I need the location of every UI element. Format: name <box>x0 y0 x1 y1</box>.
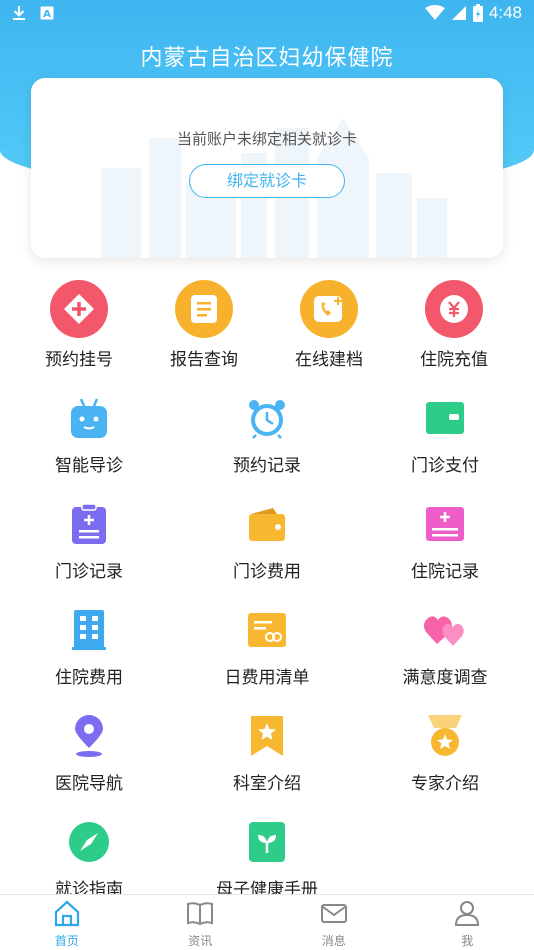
page-title: 内蒙古自治区妇幼保健院 <box>140 46 394 71</box>
wallet-icon <box>422 395 468 441</box>
service-label: 日费用清单 <box>224 668 310 688</box>
card-binding-panel: 当前账户未绑定相关就诊卡 绑定就诊卡 <box>31 78 503 258</box>
hearts-icon <box>422 607 468 653</box>
quick-actions: 预约挂号 报告查询 在线建档 住院充值 <box>0 280 534 375</box>
purse-icon <box>244 501 290 547</box>
service-label: 智能导诊 <box>55 456 123 476</box>
service-appointment-records[interactable]: 预约记录 <box>178 395 356 501</box>
service-outpatient-pay[interactable]: 门诊支付 <box>356 395 534 501</box>
nav-label: 我 <box>461 934 474 948</box>
robot-icon <box>66 395 112 441</box>
clipboard-icon <box>66 501 112 547</box>
nav-me[interactable]: 我 <box>401 895 534 950</box>
battery-icon <box>472 4 483 22</box>
service-label: 满意度调查 <box>402 668 488 688</box>
bind-card-button[interactable]: 绑定就诊卡 <box>189 164 345 198</box>
service-label: 住院记录 <box>411 562 479 582</box>
service-outpatient-records[interactable]: 门诊记录 <box>0 501 178 607</box>
nav-messages[interactable]: 消息 <box>267 895 401 950</box>
quick-archive[interactable]: 在线建档 <box>269 280 389 375</box>
building-icon <box>66 607 112 653</box>
service-outpatient-fees[interactable]: 门诊费用 <box>178 501 356 607</box>
bill-icon <box>244 607 290 653</box>
nav-label: 资讯 <box>188 934 213 948</box>
service-smart-triage[interactable]: 智能导诊 <box>0 395 178 501</box>
service-satisfaction-survey[interactable]: 满意度调查 <box>356 607 534 713</box>
service-inpatient-records[interactable]: 住院记录 <box>356 501 534 607</box>
service-department-intro[interactable]: 科室介绍 <box>178 713 356 819</box>
service-label: 门诊费用 <box>233 562 301 582</box>
sprout-book-icon <box>244 819 290 865</box>
user-icon <box>455 901 480 926</box>
home-icon <box>54 900 79 927</box>
download-icon <box>13 6 25 20</box>
medal-icon <box>422 713 468 759</box>
compass-icon <box>66 819 112 865</box>
service-label: 科室介绍 <box>233 774 301 794</box>
no-card-message: 当前账户未绑定相关就诊卡 <box>176 130 357 148</box>
signal-icon <box>451 6 466 20</box>
service-label: 预约记录 <box>233 456 301 476</box>
service-expert-intro[interactable]: 专家介绍 <box>356 713 534 819</box>
quick-report[interactable]: 报告查询 <box>144 280 264 375</box>
quick-appointment[interactable]: 预约挂号 <box>19 280 139 375</box>
quick-label: 报告查询 <box>170 350 238 370</box>
service-hospital-navigation[interactable]: 医院导航 <box>0 713 178 819</box>
nav-news[interactable]: 资讯 <box>134 895 268 950</box>
bottom-nav: 首页 资讯 消息 我 <box>0 894 534 950</box>
quick-recharge[interactable]: 住院充值 <box>394 280 514 375</box>
service-label: 专家介绍 <box>411 774 479 794</box>
service-label: 住院费用 <box>55 668 123 688</box>
status-time: 4:48 <box>488 3 522 22</box>
quick-label: 预约挂号 <box>45 350 113 370</box>
book-icon <box>187 902 214 926</box>
quick-label: 在线建档 <box>295 350 363 370</box>
mail-icon <box>320 904 347 923</box>
service-label: 门诊记录 <box>55 562 123 582</box>
service-inpatient-fees[interactable]: 住院费用 <box>0 607 178 713</box>
svg-text:A: A <box>43 9 51 20</box>
medical-record-icon <box>422 501 468 547</box>
nav-label: 首页 <box>54 934 79 948</box>
phone-add-icon <box>300 280 358 338</box>
keyboard-a-icon: A <box>40 6 54 20</box>
nav-label: 消息 <box>321 934 346 948</box>
quick-label: 住院充值 <box>420 350 488 370</box>
service-daily-bill[interactable]: 日费用清单 <box>178 607 356 713</box>
document-icon <box>175 280 233 338</box>
service-label: 门诊支付 <box>411 456 479 476</box>
location-pin-icon <box>66 713 112 759</box>
service-label: 医院导航 <box>55 774 123 794</box>
alarm-clock-icon <box>244 395 290 441</box>
yen-coin-icon <box>425 280 483 338</box>
plus-diamond-icon <box>50 280 108 338</box>
wifi-icon <box>424 5 445 20</box>
bookmark-star-icon <box>244 713 290 759</box>
status-bar: A 4:48 <box>0 0 534 28</box>
nav-home[interactable]: 首页 <box>0 895 134 950</box>
